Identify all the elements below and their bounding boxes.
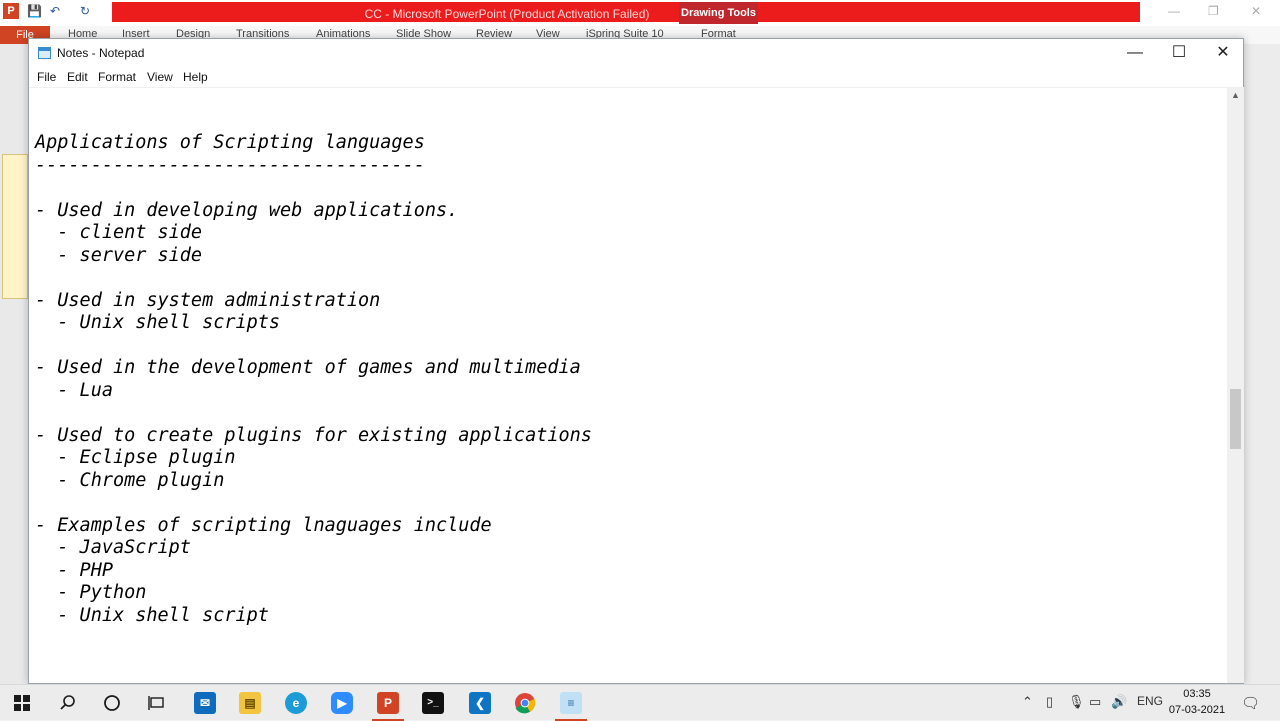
taskbar: ✉ ▤ e ▶ P >_ ❮ ≡ ⌃ ▯ 🎙 ▭ 🔊 ENG 03:35 07-…	[0, 684, 1280, 721]
terminal-button[interactable]: >_	[411, 685, 455, 721]
show-hidden-icons-icon[interactable]: ⌃	[1022, 694, 1033, 710]
clock-date: 07-03-2021	[1168, 704, 1226, 716]
undo-icon[interactable]: ↶	[48, 4, 62, 18]
text-line: - Examples of scripting lnaguages includ…	[35, 514, 492, 536]
mail-button[interactable]: ✉	[183, 685, 227, 721]
redo-icon[interactable]: ↻	[78, 4, 92, 18]
powerpoint-icon: P	[3, 3, 19, 19]
text-line: - Lua	[35, 379, 113, 401]
battery-icon[interactable]: ▭	[1089, 694, 1101, 710]
menu-view[interactable]: View	[147, 70, 173, 84]
zoom-button[interactable]: ▶	[320, 685, 364, 721]
text-line: - Unix shell scripts	[35, 312, 281, 333]
powerpoint-taskbar-button[interactable]: P	[366, 685, 410, 721]
terminal-icon: >_	[422, 692, 444, 714]
text-line: Applications of Scripting languages	[35, 132, 425, 153]
scrollbar-thumb[interactable]	[1230, 389, 1241, 450]
text-line: - Chrome plugin	[35, 469, 225, 491]
slide-thumbnail-pane: 1	[0, 44, 30, 684]
volume-icon[interactable]: 🔊	[1111, 694, 1127, 710]
clock-time: 03:35	[1183, 688, 1211, 700]
windows-icon	[14, 695, 30, 711]
edge-icon: e	[285, 692, 307, 714]
file-explorer-button[interactable]: ▤	[228, 685, 272, 721]
text-line: - JavaScript	[35, 537, 191, 558]
mail-icon: ✉	[194, 692, 216, 714]
slide-thumbnail[interactable]	[2, 154, 28, 299]
ppt-restore-icon[interactable]: ❐	[1208, 4, 1219, 18]
text-editor[interactable]: Applications of Scripting languages ----…	[29, 87, 1227, 683]
save-icon[interactable]: 💾	[27, 4, 42, 18]
powerpoint-icon: P	[377, 692, 399, 714]
ppt-window-title: CC - Microsoft PowerPoint (Product Activ…	[364, 7, 650, 21]
text-line: -----------------------------------	[35, 154, 425, 176]
scroll-up-icon[interactable]: ▲	[1227, 87, 1244, 104]
vertical-scrollbar[interactable]: ▲	[1227, 87, 1244, 683]
menu-edit[interactable]: Edit	[67, 70, 88, 84]
ppt-title-strip: CC - Microsoft PowerPoint (Product Activ…	[112, 2, 1140, 22]
vscode-button[interactable]: ❮	[458, 685, 502, 721]
search-button[interactable]	[46, 685, 90, 721]
notepad-taskbar-button[interactable]: ≡	[549, 685, 593, 721]
menu-format[interactable]: Format	[98, 70, 136, 84]
search-icon	[60, 695, 75, 710]
text-line: - PHP	[35, 559, 113, 581]
menu-file[interactable]: File	[37, 70, 56, 84]
clock[interactable]: 03:35 07-03-2021	[1162, 686, 1232, 718]
text-line: - Used in the development of games and m…	[35, 357, 581, 378]
menu-help[interactable]: Help	[183, 70, 208, 84]
folder-icon: ▤	[239, 692, 261, 714]
notepad-title: Notes - Notepad	[57, 46, 145, 60]
text-line: - Used to create plugins for existing ap…	[35, 424, 592, 446]
zoom-icon: ▶	[331, 692, 353, 714]
menu-bar: File Edit Format View Help	[29, 67, 1243, 87]
text-line: - client side	[35, 222, 203, 243]
notepad-titlebar: Notes - Notepad — ☐ ✕	[29, 39, 1243, 67]
ppt-minimize-icon[interactable]: —	[1168, 4, 1180, 18]
ppt-close-icon[interactable]: ✕	[1251, 4, 1261, 18]
microphone-icon[interactable]: 🎙	[1068, 694, 1085, 710]
powerpoint-titlebar: P 💾 ↶ ↻ CC - Microsoft PowerPoint (Produ…	[0, 0, 1280, 26]
notepad-icon: ≡	[560, 692, 582, 714]
maximize-button[interactable]: ☐	[1157, 39, 1201, 67]
cortana-icon	[104, 695, 120, 711]
language-indicator[interactable]: ENG	[1137, 694, 1163, 708]
device-icon[interactable]: ▯	[1046, 694, 1053, 710]
task-view-icon	[148, 696, 164, 710]
text-line: - server side	[35, 244, 203, 266]
drawing-tools-label: Drawing Tools	[679, 2, 758, 24]
vscode-icon: ❮	[469, 692, 491, 714]
cortana-button[interactable]	[90, 685, 134, 721]
text-line: - Eclipse plugin	[35, 447, 236, 468]
ppt-right-edge	[1243, 44, 1280, 684]
text-line: - Used in system administration	[35, 289, 381, 311]
task-view-button[interactable]	[135, 685, 179, 721]
text-line: - Unix shell script	[35, 604, 269, 626]
close-button[interactable]: ✕	[1201, 39, 1245, 67]
text-line: - Python	[35, 582, 147, 603]
document-text: Applications of Scripting languages ----…	[35, 132, 592, 627]
minimize-button[interactable]: —	[1113, 39, 1157, 67]
notepad-icon	[38, 47, 51, 59]
notifications-icon[interactable]: 🗨	[1241, 694, 1260, 712]
text-line: - Used in developing web applications.	[35, 199, 459, 221]
notepad-window: Notes - Notepad — ☐ ✕ File Edit Format V…	[28, 38, 1244, 684]
chrome-button[interactable]	[503, 685, 547, 721]
edge-button[interactable]: e	[274, 685, 318, 721]
start-button[interactable]	[0, 685, 44, 721]
chrome-icon	[515, 693, 536, 714]
